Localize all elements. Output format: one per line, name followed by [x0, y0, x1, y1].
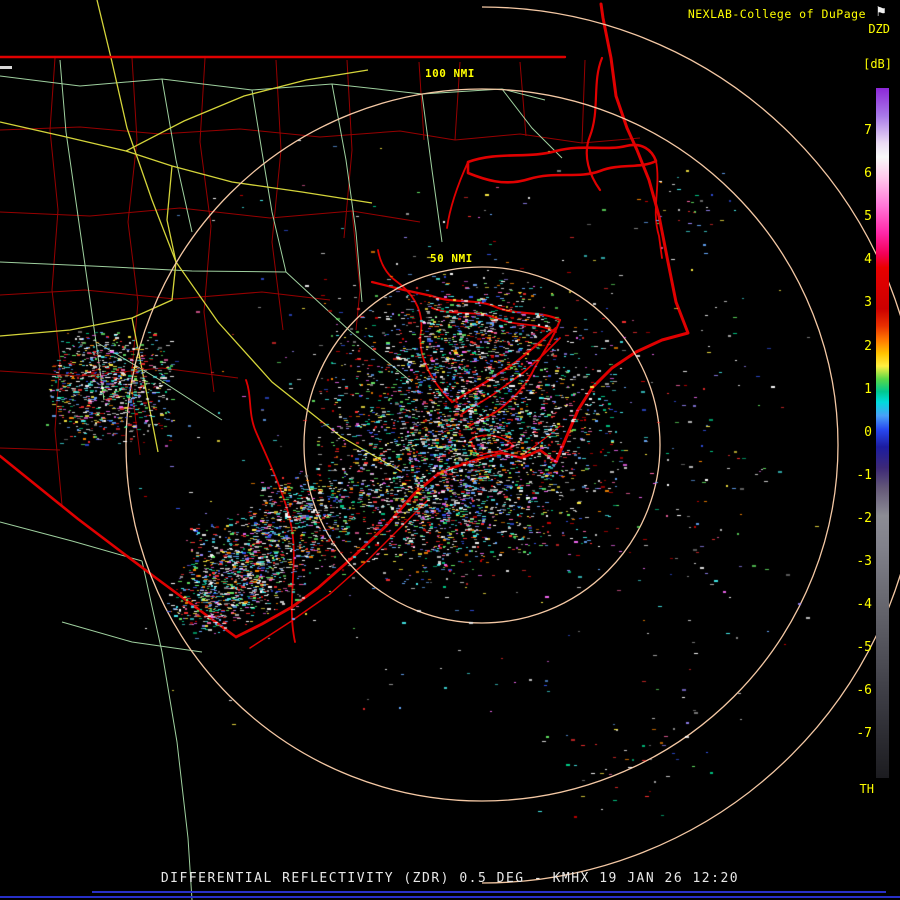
- colorbar-tick-label: 6: [864, 166, 872, 182]
- colorbar-tick-label: 1: [864, 381, 872, 397]
- baseline-lower: [0, 896, 900, 898]
- colorbar-tick-label: -1: [856, 467, 872, 483]
- cod-logo-icon: ⚑: [876, 2, 886, 20]
- colorbar-tick-label: 3: [864, 295, 872, 311]
- brand-text: NEXLAB-College of DuPage: [687, 7, 866, 21]
- colorbar-tick-label: 7: [864, 123, 872, 138]
- range-ring-label-100nmi: 100 NMI: [425, 67, 475, 80]
- product-status-line: DIFFERENTIAL REFLECTIVITY (ZDR) 0.5 DEG …: [160, 871, 740, 886]
- baseline-upper: [92, 891, 886, 893]
- colorbar-tick-label: -7: [856, 726, 872, 742]
- colorbar-tick-label: -5: [856, 640, 872, 656]
- radar-display: 100 NMI 50 NMI NEXLAB-College of DuPage …: [0, 0, 900, 900]
- colorbar: [876, 88, 889, 778]
- colorbar-tick-label: -6: [856, 683, 872, 699]
- colorbar-tick-label: 2: [864, 338, 872, 354]
- radar-echoes-canvas: [0, 0, 900, 900]
- colorbar-tick-label: -2: [856, 510, 872, 526]
- colorbar-tick-label: 0: [864, 424, 872, 440]
- colorbar-title: DZD: [868, 22, 890, 36]
- colorbar-threshold-label: TH: [859, 782, 874, 796]
- colorbar-tick-label: 4: [864, 252, 872, 268]
- colorbar-units: [dB]: [863, 57, 892, 71]
- colorbar-tick-label: 5: [864, 209, 872, 225]
- colorbar-tick-label: -3: [856, 554, 872, 569]
- colorbar-tick-label: -4: [856, 597, 872, 613]
- range-ring-label-50nmi: 50 NMI: [430, 252, 473, 265]
- left-edge-tick: [0, 66, 12, 69]
